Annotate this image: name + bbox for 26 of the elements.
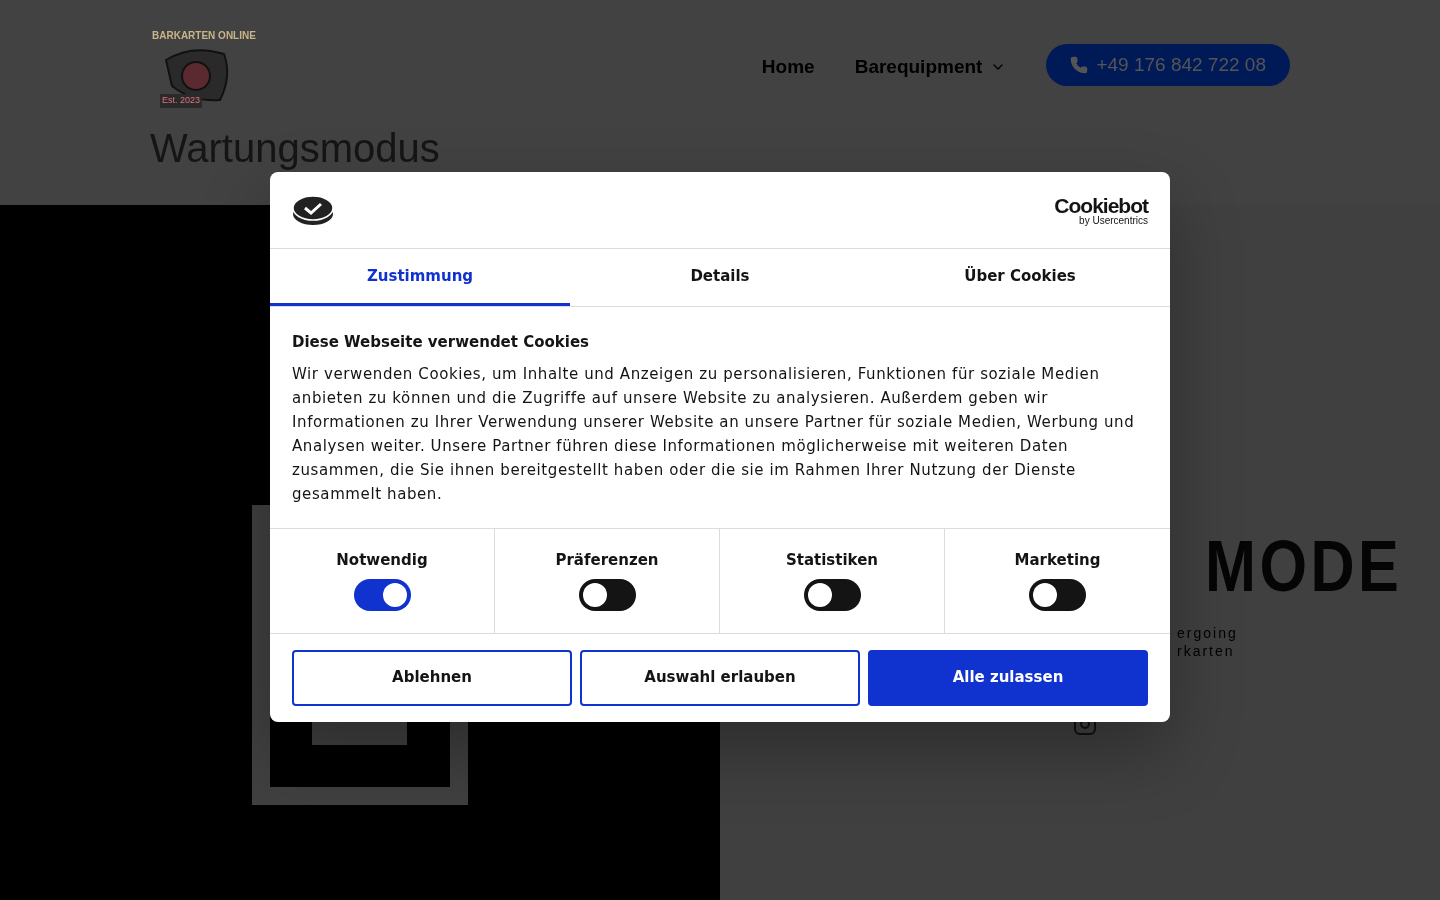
toggle-switch[interactable] bbox=[578, 579, 636, 611]
category-label: Notwendig bbox=[336, 549, 428, 571]
dialog-button[interactable]: Alle zulassen bbox=[868, 649, 1148, 706]
category-label: Marketing bbox=[1014, 549, 1101, 571]
tab[interactable]: Zustimmung bbox=[270, 249, 570, 306]
tab[interactable]: Details bbox=[570, 249, 870, 306]
category-label: Präferenzen bbox=[555, 549, 659, 571]
dialog-button[interactable]: Ablehnen bbox=[292, 649, 572, 706]
tab[interactable]: Über Cookies bbox=[870, 249, 1170, 306]
brand-name: Cookiebot bbox=[1054, 194, 1148, 216]
phone-icon bbox=[1070, 56, 1089, 74]
logo[interactable]: BARKARTEN ONLINE Est. 2023 bbox=[150, 26, 254, 110]
dialog-button[interactable]: Auswahl erlauben bbox=[580, 649, 860, 706]
toggle-switch[interactable] bbox=[1029, 579, 1086, 611]
dialog-heading: Diese Webseite verwendet Cookies bbox=[292, 332, 591, 353]
dialog-text: Wir verwenden Cookies, um Inhalte und Anzeigen zu personalisieren, Funktionen für soziale Medien anbieten zu können und die Zugriffe auf unsere Website zu analysieren. Außerdem geben wir Informationen zu Ihrer Verwendung unserer Website an unsere Partner für soziale Medien, Werbung und Analysen weiter. Unsere Partner führen diese Informationen möglicherweise mit weiteren Daten zusammen, die Sie ihnen bereitgestellt haben oder die sie im Rahmen Ihrer Nutzung der Dienste gesammelt haben. bbox=[292, 363, 1136, 505]
consent-check-icon bbox=[292, 194, 334, 226]
hero-text: ergoing bbox=[1177, 624, 1239, 642]
hero-text: rkarten bbox=[1177, 642, 1236, 660]
logo-title: BARKARTEN ONLINE bbox=[152, 29, 256, 43]
toggle-switch[interactable] bbox=[803, 579, 861, 611]
logo-est: Est. 2023 bbox=[160, 94, 203, 108]
brand-sub: by Usercentrics bbox=[1079, 215, 1148, 226]
toggle-switch[interactable] bbox=[353, 579, 411, 611]
category-label: Statistiken bbox=[785, 549, 879, 571]
hero-headline: MODE bbox=[1205, 530, 1404, 602]
